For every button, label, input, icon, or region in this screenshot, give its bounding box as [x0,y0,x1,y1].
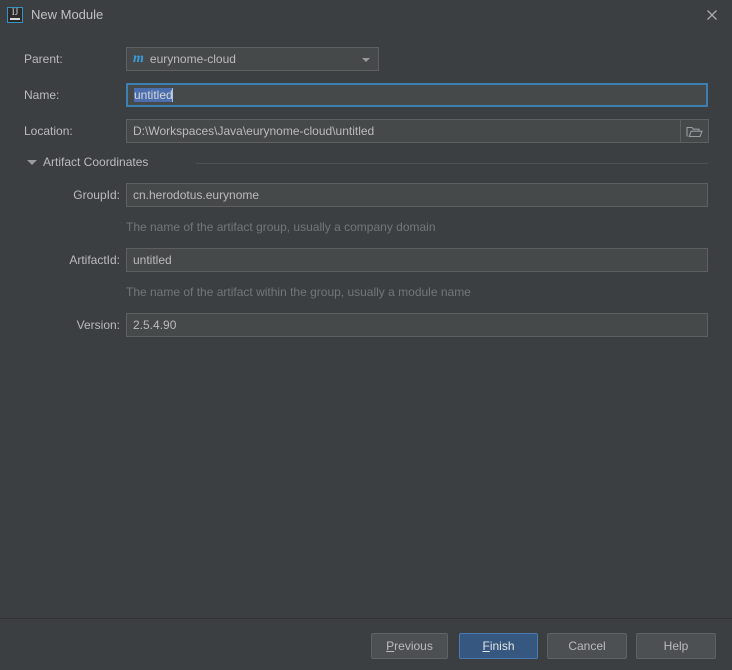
artifactid-hint: The name of the artifact within the grou… [126,284,471,300]
artifact-coordinates-label: Artifact Coordinates [43,154,148,171]
maven-module-icon: m [133,51,144,67]
name-value: untitled [134,88,173,102]
groupid-hint: The name of the artifact group, usually … [126,219,436,235]
parent-combobox[interactable]: m eurynome-cloud [126,47,379,71]
groupid-input[interactable]: cn.herodotus.eurynome [126,183,708,207]
previous-button-label-rest: revious [394,639,433,653]
intellij-idea-icon: IJ [7,7,23,23]
footer-divider [0,618,732,619]
location-input[interactable]: D:\Workspaces\Java\eurynome-cloud\untitl… [126,119,681,143]
parent-label: Parent: [24,51,63,67]
folder-icon [686,125,703,138]
help-button[interactable]: Help [636,633,716,659]
new-module-dialog: IJ New Module Parent: m eurynome-cloud N… [0,0,732,670]
artifactid-label: ArtifactId: [20,252,120,268]
chevron-down-icon[interactable] [362,58,370,62]
location-browse-button[interactable] [681,119,709,143]
name-label: Name: [24,87,59,103]
text-caret [172,88,173,102]
groupid-label: GroupId: [20,187,120,203]
cancel-button[interactable]: Cancel [547,633,627,659]
parent-value: eurynome-cloud [150,51,236,67]
section-divider [196,163,708,164]
triangle-down-icon[interactable] [27,160,37,165]
finish-button-label-rest: inish [490,639,515,653]
location-label: Location: [24,123,73,139]
close-icon[interactable] [701,4,723,26]
artifactid-input[interactable]: untitled [126,248,708,272]
title-bar: IJ New Module [0,0,732,30]
finish-button[interactable]: Finish [459,633,538,659]
version-input[interactable]: 2.5.4.90 [126,313,708,337]
artifact-coordinates-section-header[interactable]: Artifact Coordinates [24,154,708,172]
window-title: New Module [31,6,103,24]
version-label: Version: [20,317,120,333]
name-input[interactable]: untitled [126,83,708,107]
previous-button[interactable]: Previous [371,633,448,659]
